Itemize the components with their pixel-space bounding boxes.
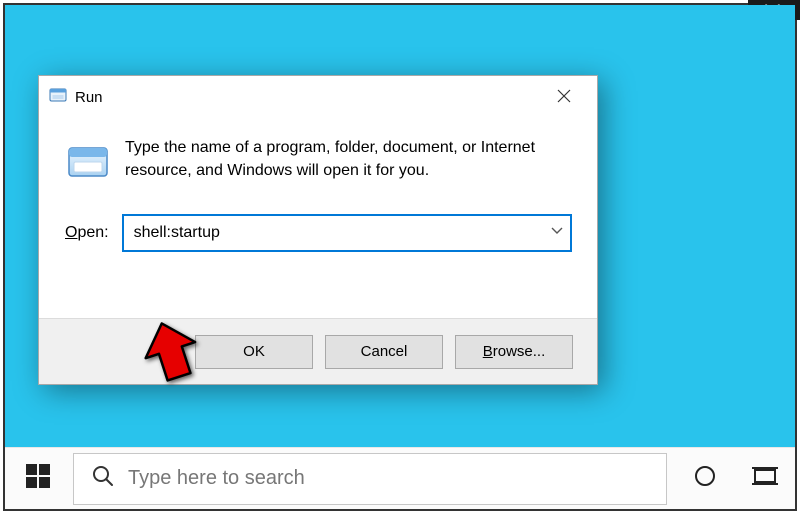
ok-button[interactable]: OK (195, 335, 313, 369)
taskbar (5, 447, 795, 509)
close-button[interactable] (537, 79, 591, 115)
browse-button[interactable]: Browse... (455, 335, 573, 369)
task-view-button[interactable] (735, 448, 795, 510)
open-input[interactable] (123, 215, 571, 251)
open-combobox[interactable] (123, 215, 571, 251)
windows-logo-icon (25, 463, 51, 494)
cortana-button[interactable] (675, 448, 735, 510)
dialog-title: Run (75, 89, 103, 106)
run-dialog: Run Type the name of a program, fo (38, 75, 598, 385)
start-button[interactable] (5, 448, 71, 510)
titlebar: Run (39, 76, 597, 118)
taskbar-search[interactable] (73, 453, 667, 505)
close-icon (557, 87, 571, 108)
annotation-arrow-icon (141, 320, 201, 389)
instruction-text: Type the name of a program, folder, docu… (125, 136, 571, 191)
run-body-icon (65, 140, 111, 191)
cortana-icon (693, 464, 717, 493)
search-icon (92, 465, 114, 492)
open-label: Open: (65, 224, 109, 242)
task-view-icon (752, 465, 778, 492)
taskbar-search-input[interactable] (128, 467, 666, 490)
button-row: OK Cancel Browse... (39, 318, 597, 384)
run-title-icon (49, 86, 67, 109)
cancel-button[interactable]: Cancel (325, 335, 443, 369)
